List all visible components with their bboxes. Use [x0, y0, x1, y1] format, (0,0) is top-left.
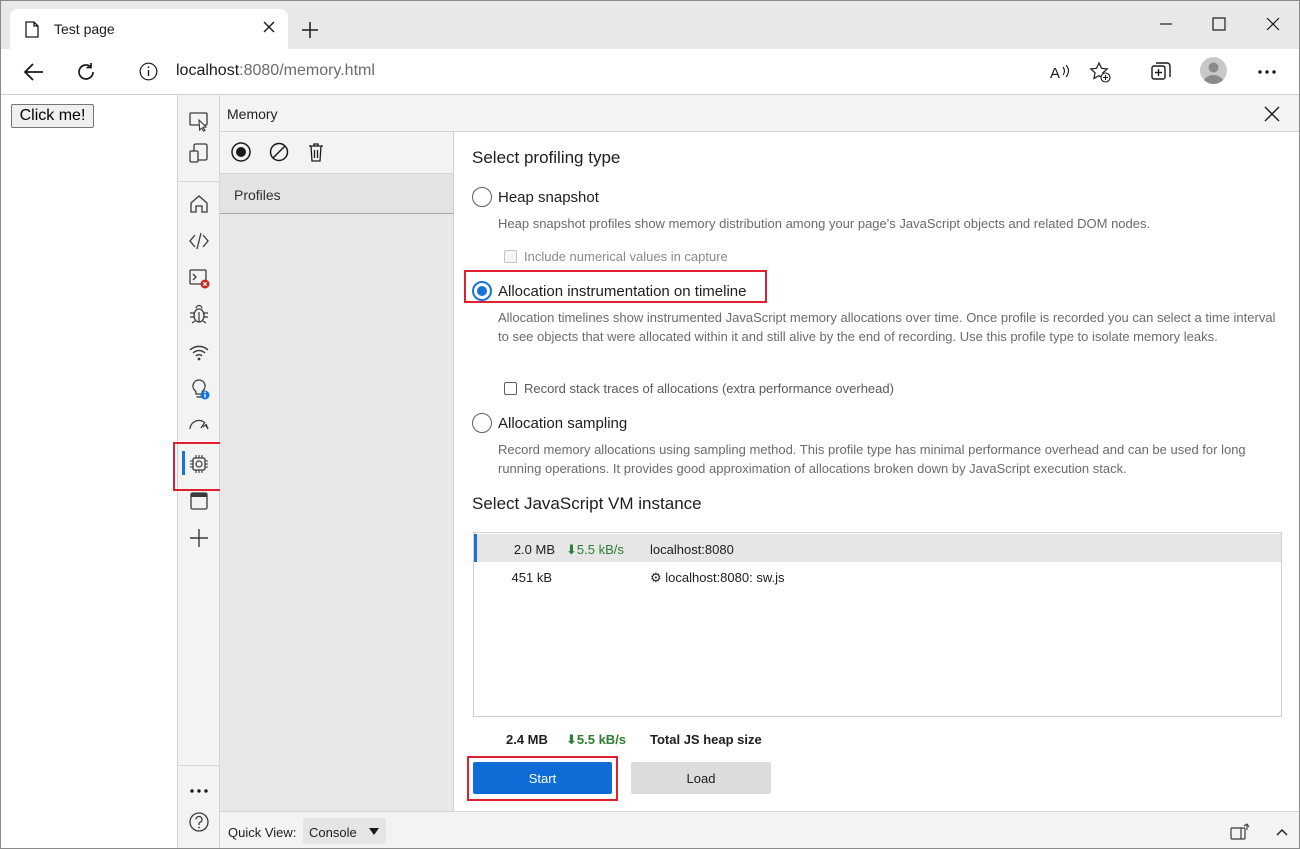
quick-view-value: Console — [309, 825, 357, 840]
refresh-icon[interactable] — [75, 61, 97, 83]
help-icon[interactable] — [188, 811, 210, 833]
new-tab-icon[interactable] — [301, 21, 319, 39]
click-me-button[interactable]: Click me! — [11, 104, 94, 128]
vm-instance-heading: Select JavaScript VM instance — [472, 494, 702, 513]
load-button[interactable]: Load — [631, 762, 771, 794]
vm-size: 451 kB — [511, 570, 552, 585]
more-tools-plus-icon[interactable] — [188, 527, 210, 549]
user-icon — [1203, 62, 1224, 84]
vm-row[interactable]: 2.0 MB ⬇5.5 kB/s localhost:8080 — [474, 534, 1281, 562]
activity-separator — [178, 181, 220, 182]
customize-more-icon[interactable] — [188, 780, 210, 802]
total-heap-rate: ⬇5.5 kB/s — [566, 732, 627, 747]
active-tool-indicator — [182, 451, 185, 475]
browser-toolbar: localhost:8080/memory.html A — [1, 49, 1299, 95]
chevron-down-icon — [369, 828, 379, 835]
address-bar[interactable]: localhost:8080/memory.html A — [119, 53, 1127, 89]
url-path: :8080/memory.html — [239, 62, 375, 79]
chevron-up-icon[interactable] — [1272, 823, 1292, 841]
more-options-icon[interactable] — [1255, 60, 1279, 84]
vm-size: 2.0 MB — [513, 542, 555, 557]
minimize-icon[interactable] — [1157, 15, 1175, 33]
heap-snapshot-radio[interactable] — [472, 187, 492, 207]
url-host: localhost — [176, 62, 240, 79]
allocation-sampling-radio[interactable] — [472, 413, 492, 433]
include-numerical-values-label: Include numerical values in capture — [524, 249, 728, 264]
garbage-collect-trash-icon[interactable] — [305, 141, 327, 163]
memory-toolbar — [220, 132, 453, 174]
vm-url: ⚙ localhost:8080: sw.js — [650, 570, 785, 585]
title-bar: Test page — [1, 1, 1299, 49]
close-panel-icon[interactable] — [1264, 106, 1280, 122]
total-heap-label: Total JS heap size — [650, 732, 762, 747]
close-window-icon[interactable] — [1264, 15, 1282, 33]
panel-header: Memory — [220, 95, 1299, 132]
total-heap-size: 2.4 MB — [506, 732, 548, 747]
console-icon[interactable] — [188, 267, 210, 289]
application-icon[interactable] — [188, 490, 210, 512]
web-page: Click me! — [1, 95, 177, 848]
tab-title: Test page — [54, 21, 115, 37]
collections-icon[interactable] — [1149, 60, 1173, 84]
record-icon[interactable] — [230, 141, 252, 163]
browser-tab[interactable]: Test page — [10, 9, 288, 49]
add-favorite-icon[interactable] — [1089, 61, 1111, 83]
close-tab-icon[interactable] — [262, 20, 276, 34]
profiles-header[interactable]: Profiles — [220, 174, 453, 214]
profiles-sidebar: Profiles — [220, 132, 454, 811]
site-info-icon[interactable] — [139, 62, 158, 81]
clear-all-icon[interactable] — [268, 141, 290, 163]
start-button-highlight — [467, 756, 618, 801]
device-emulation-icon[interactable] — [188, 142, 210, 164]
quick-view-bar: Quick View: Console — [220, 811, 1299, 848]
vm-row[interactable]: 451 kB ⚙ localhost:8080: sw.js — [474, 562, 1281, 590]
url-text[interactable]: localhost:8080/memory.html — [176, 62, 375, 80]
svg-text:A: A — [1050, 65, 1060, 82]
panel-title: Memory — [227, 106, 278, 122]
issues-lightbulb-icon[interactable] — [188, 378, 210, 400]
quick-view-label: Quick View: — [228, 825, 297, 840]
allocation-timeline-highlight — [464, 270, 767, 303]
heap-snapshot-label[interactable]: Heap snapshot — [498, 189, 599, 206]
devtools-panel: Memory Profiles Select profiling type He… — [173, 95, 1299, 848]
profiling-type-heading: Select profiling type — [472, 148, 621, 167]
include-numerical-values-checkbox[interactable] — [504, 250, 517, 263]
profiles-label: Profiles — [234, 187, 281, 203]
profiling-main: Select profiling type Heap snapshot Heap… — [454, 132, 1299, 811]
activity-separator-bottom — [178, 765, 220, 766]
allocation-timeline-description: Allocation timelines show instrumented J… — [498, 310, 1276, 344]
allocation-sampling-description: Record memory allocations using sampling… — [498, 442, 1246, 476]
vm-rate: ⬇5.5 kB/s — [566, 542, 624, 557]
record-stack-traces-checkbox[interactable] — [504, 382, 517, 395]
performance-icon[interactable] — [188, 414, 210, 436]
welcome-home-icon[interactable] — [188, 193, 210, 215]
sources-bug-icon[interactable] — [188, 303, 210, 325]
page-icon — [25, 21, 39, 38]
profile-avatar[interactable] — [1200, 57, 1227, 84]
allocation-sampling-label[interactable]: Allocation sampling — [498, 415, 627, 432]
heap-snapshot-description: Heap snapshot profiles show memory distr… — [498, 216, 1151, 231]
inspect-element-icon[interactable] — [188, 110, 210, 132]
dock-side-icon[interactable] — [1230, 823, 1250, 841]
network-wifi-icon[interactable] — [188, 341, 210, 363]
vm-url: localhost:8080 — [650, 542, 734, 557]
vm-instance-table: 2.0 MB ⬇5.5 kB/s localhost:8080 451 kB ⚙… — [473, 532, 1282, 717]
record-stack-traces-label: Record stack traces of allocations (extr… — [524, 381, 894, 396]
browser-window: Test page localhost:8080/memory.html A C… — [0, 0, 1300, 849]
maximize-icon[interactable] — [1210, 15, 1228, 33]
read-aloud-icon[interactable]: A — [1049, 61, 1071, 83]
back-icon[interactable] — [23, 61, 45, 83]
elements-icon[interactable] — [188, 230, 210, 252]
quick-view-select[interactable]: Console — [303, 818, 386, 844]
memory-tool-highlight — [173, 442, 223, 491]
